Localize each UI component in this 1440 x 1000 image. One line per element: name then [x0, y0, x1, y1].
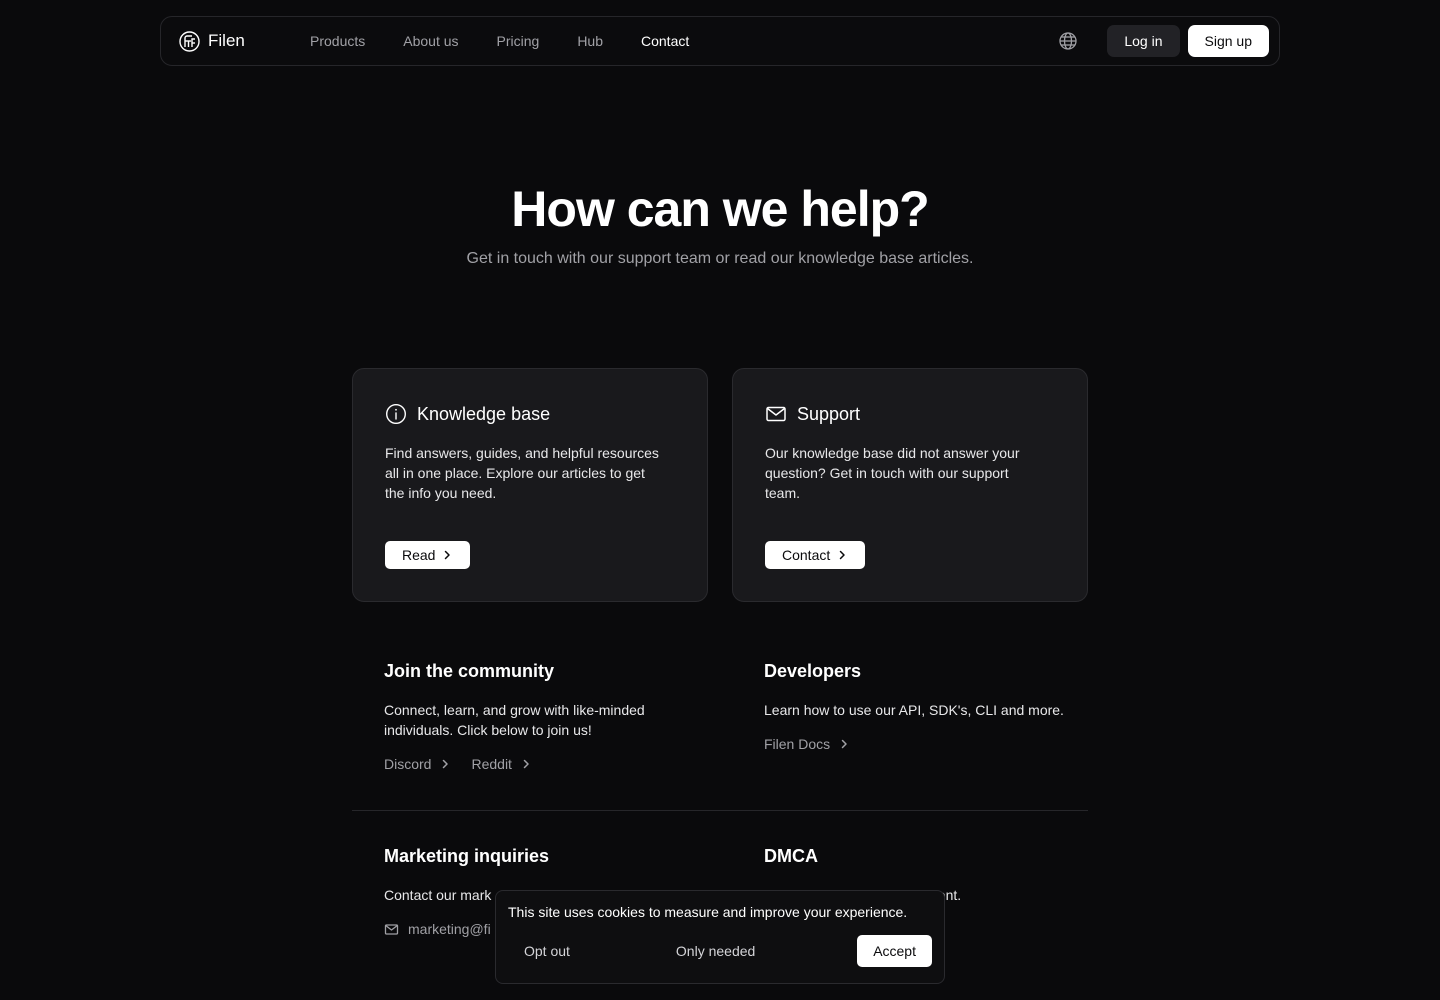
top-navbar: Filen Products About us Pricing Hub Cont… [160, 16, 1280, 66]
section-description: Connect, learn, and grow with like-minde… [384, 702, 645, 738]
globe-icon[interactable] [1057, 30, 1079, 52]
nav-link-pricing[interactable]: Pricing [478, 33, 559, 49]
page-subtitle: Get in touch with our support team or re… [466, 250, 974, 267]
reddit-link[interactable]: Reddit [471, 756, 531, 772]
cookie-message: This site uses cookies to measure and im… [508, 904, 908, 920]
section-divider [352, 810, 1088, 811]
only-needed-button[interactable]: Only needed [660, 935, 771, 967]
section-title: Developers [764, 661, 862, 681]
community-section: Join the community Connect, learn, and g… [384, 661, 704, 772]
chevron-right-icon [836, 549, 848, 561]
contact-button-label: Contact [782, 547, 831, 563]
section-title: Join the community [384, 661, 555, 681]
community-links: Discord Reddit [384, 756, 704, 772]
nav-link-contact[interactable]: Contact [622, 33, 708, 49]
page-title: How can we help? [511, 181, 929, 237]
filen-docs-link-label: Filen Docs [764, 736, 831, 752]
brand-name: Filen [208, 31, 245, 50]
reddit-link-label: Reddit [471, 756, 512, 772]
read-button-label: Read [402, 547, 436, 563]
nav-link-hub[interactable]: Hub [558, 33, 622, 49]
chevron-right-icon [838, 738, 850, 750]
nav-actions: Log in Sign up [1057, 25, 1269, 57]
marketing-email-link[interactable]: marketing@fi [384, 921, 491, 937]
chevron-right-icon [520, 758, 532, 770]
nav-link-about-us[interactable]: About us [384, 33, 477, 49]
knowledge-base-card: Knowledge base Find answers, guides, and… [352, 368, 708, 602]
contact-button[interactable]: Contact [765, 541, 866, 569]
signup-button[interactable]: Sign up [1187, 25, 1269, 57]
nav-link-products[interactable]: Products [291, 33, 384, 49]
section-description: Learn how to use our API, SDK's, CLI and… [764, 702, 1064, 718]
developers-section: Developers Learn how to use our API, SDK… [764, 661, 1084, 752]
card-header: Knowledge base [385, 403, 675, 425]
discord-link-label: Discord [384, 756, 432, 772]
cookie-actions: Opt out Only needed Accept [508, 935, 932, 967]
login-button[interactable]: Log in [1107, 25, 1180, 57]
card-description: Our knowledge base did not answer your q… [765, 445, 1020, 501]
filen-docs-link[interactable]: Filen Docs [764, 736, 850, 752]
discord-link[interactable]: Discord [384, 756, 451, 772]
card-description: Find answers, guides, and helpful resour… [385, 445, 659, 501]
card-header: Support [765, 403, 1055, 425]
opt-out-button[interactable]: Opt out [508, 935, 586, 967]
support-card: Support Our knowledge base did not answe… [732, 368, 1088, 602]
card-title: Knowledge base [417, 403, 551, 424]
mail-icon [765, 403, 787, 425]
cookie-banner: This site uses cookies to measure and im… [495, 890, 945, 984]
brand[interactable]: Filen [179, 30, 291, 52]
section-title: DMCA [764, 846, 818, 866]
accept-cookies-button[interactable]: Accept [857, 935, 932, 967]
developer-links: Filen Docs [764, 736, 1084, 752]
section-title: Marketing inquiries [384, 846, 550, 866]
marketing-email: marketing@fi [408, 921, 491, 937]
read-button[interactable]: Read [385, 541, 471, 569]
filen-logo-icon [179, 30, 200, 52]
mail-icon [384, 922, 399, 937]
nav-links: Products About us Pricing Hub Contact [291, 33, 708, 49]
chevron-right-icon [441, 549, 453, 561]
info-icon [385, 403, 407, 425]
card-title: Support [797, 403, 861, 424]
chevron-right-icon [439, 758, 451, 770]
